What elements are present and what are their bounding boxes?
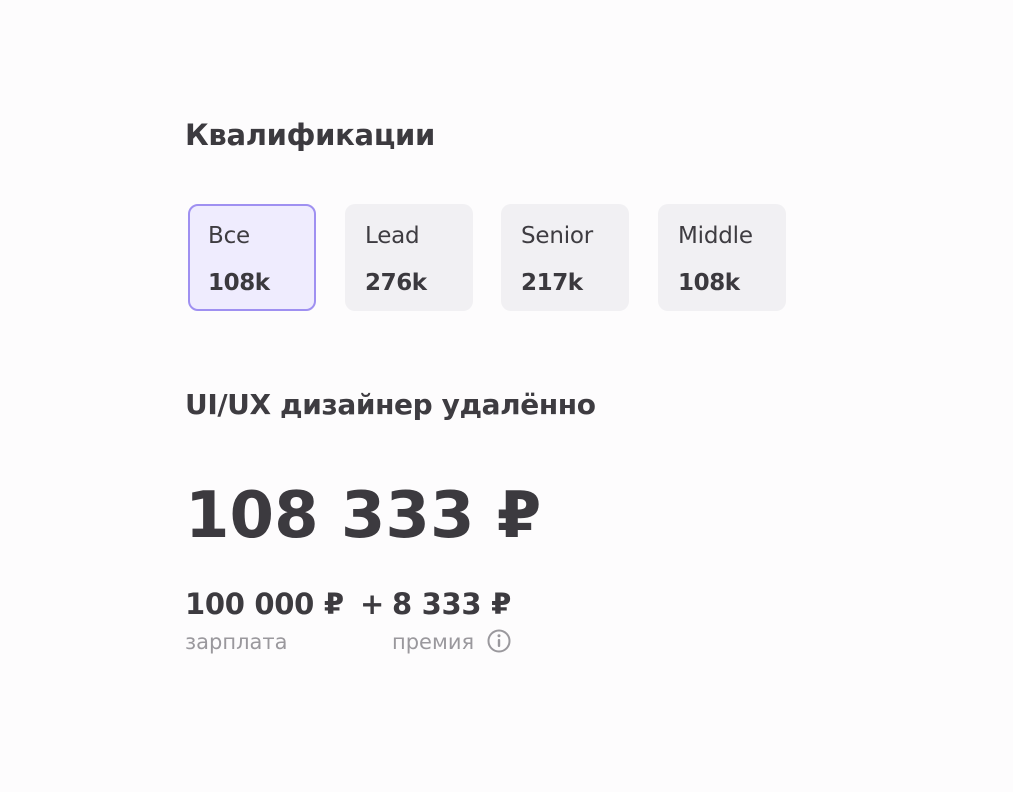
salary-label: зарплата [185,630,288,654]
bonus-label: премия [392,630,475,654]
tab-middle[interactable]: Middle 108k [658,204,786,311]
bonus-amount: 8 333 ₽ [392,587,511,621]
tabs-scroll-fade [788,204,828,314]
plus-sign: + [360,587,384,621]
tab-value: 108k [208,270,270,296]
total-salary: 108 333 ₽ [185,479,542,553]
tab-value: 276k [365,270,427,296]
salary-amount: 100 000 ₽ [185,587,344,621]
tab-value: 217k [521,270,583,296]
tab-lead[interactable]: Lead 276k [345,204,473,311]
tab-all[interactable]: Все 108k [188,204,316,311]
qualification-tabs: Все 108k Lead 276k Senior 217k Middle 10… [188,204,828,314]
tab-value: 108k [678,270,740,296]
tab-senior[interactable]: Senior 217k [501,204,629,311]
tab-label: Senior [521,223,594,249]
tab-label: Все [208,223,250,249]
tab-label: Middle [678,223,753,249]
job-title: UI/UX дизайнер удалённо [185,388,596,421]
salary-breakdown: 100 000 ₽ + 8 333 ₽ зарплата премия [185,585,585,665]
tab-label: Lead [365,223,420,249]
qualifications-title: Квалификации [185,118,436,152]
info-icon[interactable] [487,629,511,653]
